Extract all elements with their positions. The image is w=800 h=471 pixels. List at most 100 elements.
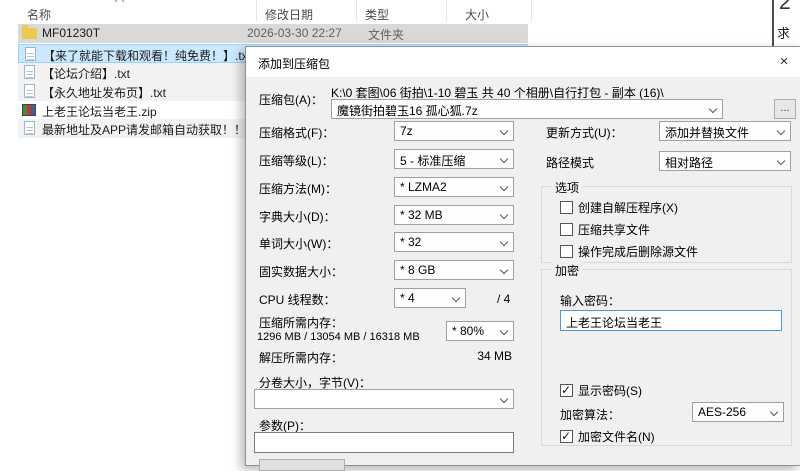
file-row[interactable]: MF01230T 2026-03-30 22:27 文件夹 [18,24,528,43]
chevron-down-icon [500,211,508,219]
dict-size-combobox[interactable]: * 32 MB [394,205,514,225]
level-combobox[interactable]: 5 - 标准压缩 [394,149,514,169]
partial-button[interactable] [259,459,345,471]
column-separator[interactable] [256,0,257,22]
chevron-down-icon [500,327,508,335]
browse-button[interactable]: ... [774,99,796,119]
compress-shared-checkbox[interactable]: 压缩共享文件 [560,221,650,238]
encrypt-filenames-checkbox[interactable]: 加密文件名(N) [560,428,655,445]
file-name: 【永久地址发布页】.txt [42,84,166,101]
decompress-memory-value: 34 MB [426,349,512,363]
path-mode-label: 路径模式 [546,154,594,171]
close-icon[interactable]: × [774,52,794,72]
solid-size-label: 固实数据大小： [259,263,343,280]
method-combobox[interactable]: * LZMA2 [394,177,514,197]
password-input[interactable]: 上老王论坛当老王 [560,310,782,331]
chevron-down-icon [777,157,785,165]
background-window-partial-text: 求 [777,23,800,42]
add-to-archive-dialog: 添加到压缩包 × 压缩包(A)： K:\0 套图\06 街拍\1-10 碧玉 共… [245,46,800,466]
archive-file-name: 魔镜街拍碧玉16 孤心狐.7z [337,104,478,118]
dict-size-label: 字典大小(D)： [259,208,336,225]
checkbox-icon[interactable] [560,245,573,258]
column-separator[interactable] [531,0,532,22]
checkbox-icon[interactable] [560,384,573,397]
word-size-value: * 32 [400,235,421,249]
options-groupbox: 选项 创建自解压程序(X) 压缩共享文件 操作完成后删除源文件 [541,186,792,263]
level-value: 5 - 标准压缩 [400,154,465,168]
checkbox-label: 操作完成后删除源文件 [578,245,698,259]
checkbox-label: 压缩共享文件 [578,223,650,237]
chevron-down-icon [777,127,785,135]
column-header-name[interactable]: 名称 [27,6,51,23]
method-label: 压缩方法(M)： [259,180,337,197]
chevron-down-icon [709,105,717,113]
solid-size-value: * 8 GB [400,263,435,277]
compress-memory-label: 压缩所需内存： [259,314,343,331]
chevron-down-icon [452,294,460,302]
update-mode-label: 更新方式(U)： [546,124,623,141]
file-name: 【来了就能下载和观看！纯免费！】.txt [43,47,251,63]
zip-archive-icon [22,104,36,116]
archive-name-combobox[interactable]: 魔镜街拍碧玉16 孤心狐.7z [331,99,723,119]
encryption-method-value: AES-256 [698,405,746,419]
text-file-icon [24,84,35,98]
text-file-icon [24,121,35,135]
chevron-down-icon [500,238,508,246]
encryption-method-label: 加密算法： [560,406,620,423]
parameters-input[interactable] [254,432,514,453]
path-mode-value: 相对路径 [665,156,713,170]
chevron-down-icon [500,395,508,403]
word-size-label: 单词大小(W)： [259,235,338,252]
path-mode-combobox[interactable]: 相对路径 [659,151,791,171]
options-group-title: 选项 [551,179,583,196]
memory-usage-combobox[interactable]: * 80% [446,321,514,341]
checkbox-icon[interactable] [560,201,573,214]
cpu-threads-combobox[interactable]: * 4 [394,288,466,308]
checkbox-icon[interactable] [560,223,573,236]
checkbox-label: 加密文件名(N) [578,430,655,444]
dict-size-value: * 32 MB [400,208,443,222]
checkbox-label: 创建自解压程序(X) [578,201,678,215]
checkbox-icon[interactable] [560,430,573,443]
password-label: 输入密码： [560,292,620,309]
compress-memory-values: 1296 MB / 13054 MB / 16318 MB [257,331,420,343]
background-window-partial-number: 2 [779,0,791,15]
folder-icon [22,28,37,39]
column-header-type[interactable]: 类型 [365,6,389,23]
encryption-method-combobox[interactable]: AES-256 [692,402,784,422]
column-separator[interactable] [356,0,357,22]
update-mode-combobox[interactable]: 添加并替换文件 [659,121,791,141]
update-mode-value: 添加并替换文件 [665,126,749,140]
delete-after-checkbox[interactable]: 操作完成后删除源文件 [560,243,698,260]
chevron-down-icon [500,183,508,191]
word-size-combobox[interactable]: * 32 [394,232,514,252]
file-date: 2026-03-30 22:27 [247,26,342,40]
format-value: 7z [400,124,413,138]
cpu-threads-max: / 4 [497,292,510,306]
column-header-date[interactable]: 修改日期 [265,6,313,23]
cpu-threads-label: CPU 线程数： [259,291,336,308]
decompress-memory-label: 解压所需内存： [259,349,343,366]
background-window-edge [772,0,774,46]
dialog-title: 添加到压缩包 [258,55,330,72]
chevron-down-icon [770,408,778,416]
encryption-group-title: 加密 [551,262,583,279]
file-name: MF01230T [42,26,100,40]
format-label: 压缩格式(F)： [259,124,334,141]
sort-ascending-icon [115,0,125,6]
chevron-down-icon [500,266,508,274]
archive-label: 压缩包(A)： [259,91,323,108]
encryption-groupbox: 加密 输入密码： 上老王论坛当老王 显示密码(S) 加密算法： AES-256 … [541,269,792,446]
file-name: 上老王论坛当老王.zip [42,103,157,120]
checkbox-label: 显示密码(S) [578,384,642,398]
solid-size-combobox[interactable]: * 8 GB [394,260,514,280]
format-combobox[interactable]: 7z [394,121,514,141]
memory-usage-value: * 80% [452,324,484,338]
file-type: 文件夹 [368,26,404,43]
create-sfx-checkbox[interactable]: 创建自解压程序(X) [560,199,678,216]
column-header-size[interactable]: 大小 [465,6,489,23]
volume-size-combobox[interactable] [254,389,514,409]
show-password-checkbox[interactable]: 显示密码(S) [560,382,642,399]
dialog-titlebar[interactable]: 添加到压缩包 × [246,47,800,77]
column-separator[interactable] [446,0,447,22]
